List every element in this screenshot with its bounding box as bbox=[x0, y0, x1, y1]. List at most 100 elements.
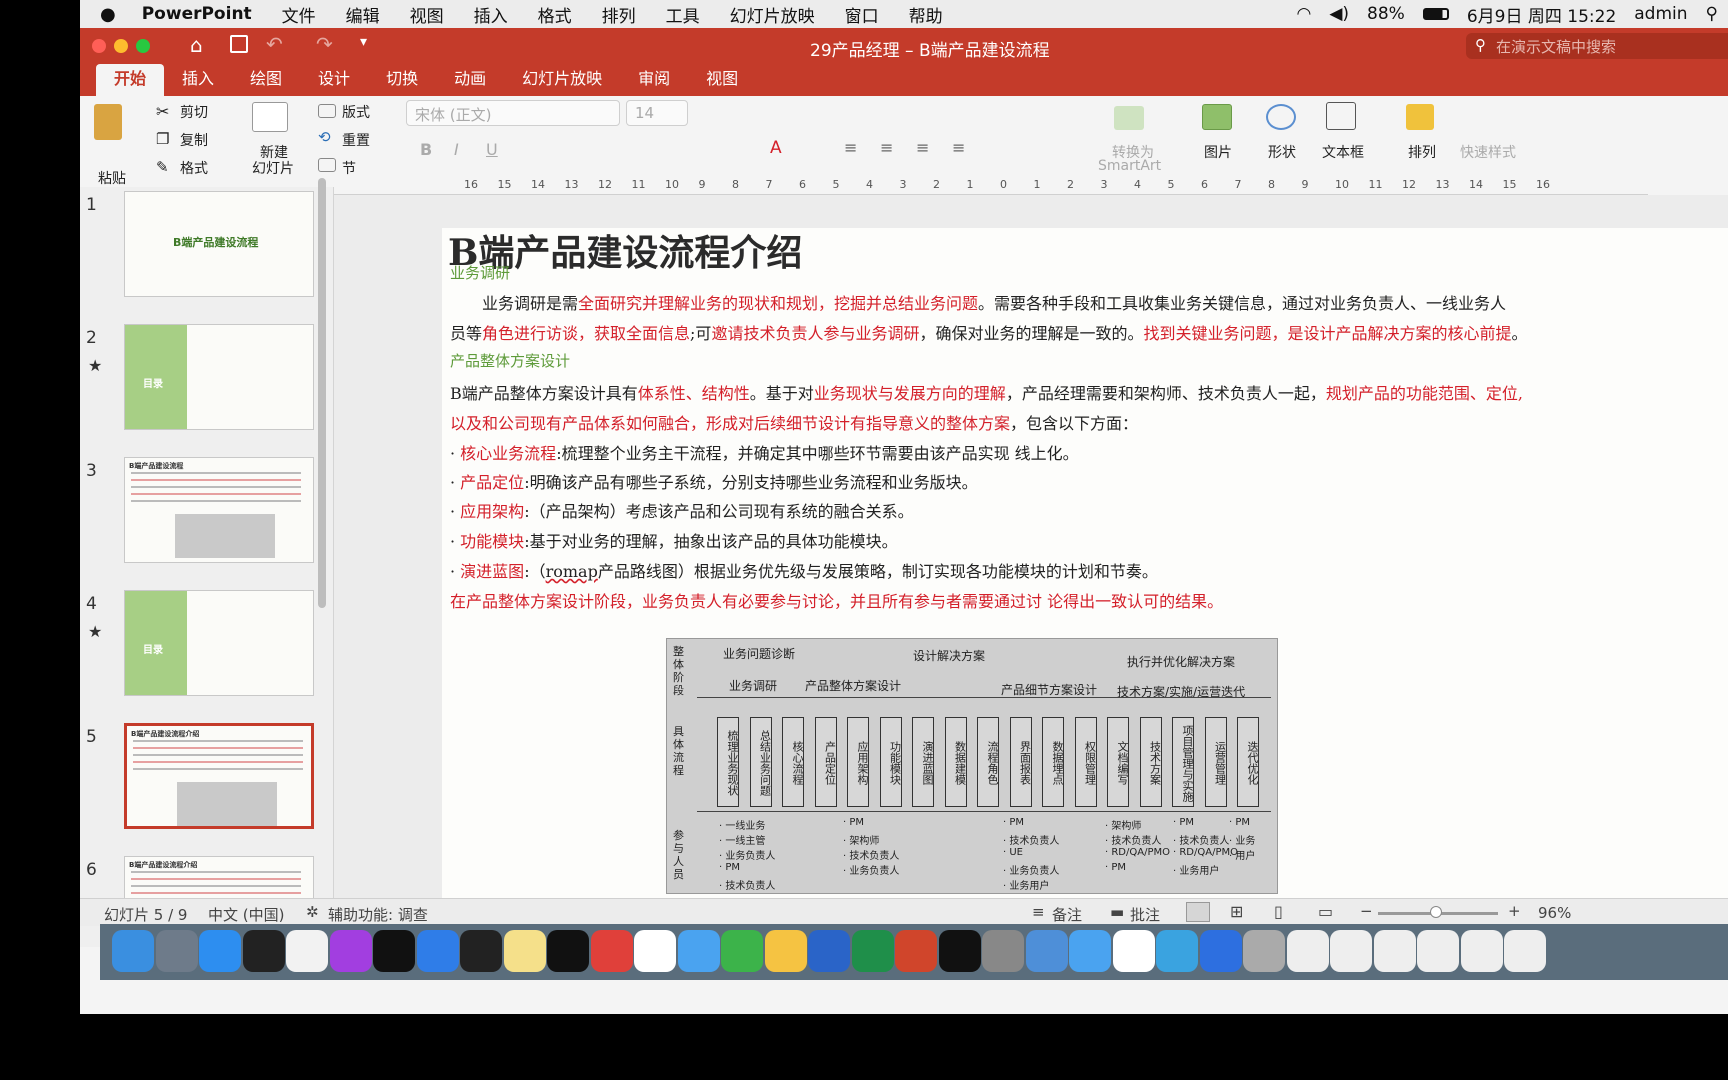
chrome-icon[interactable] bbox=[634, 930, 676, 972]
align-right-icon[interactable]: ≡ bbox=[916, 138, 929, 157]
section-icon[interactable] bbox=[318, 158, 336, 172]
language-indicator[interactable]: 中文 (中国) bbox=[208, 904, 284, 925]
font-color-icon[interactable]: A bbox=[770, 138, 782, 158]
underline-button[interactable]: U bbox=[486, 140, 498, 159]
close-icon[interactable] bbox=[92, 39, 106, 53]
section-heading-research[interactable]: 业务调研 bbox=[450, 262, 510, 283]
paragraph-conclusion[interactable]: 在产品整体方案设计阶段，业务负责人有必要参与讨论，并且所有参与者需要通过讨 论得… bbox=[450, 588, 1223, 612]
arrange-icon[interactable] bbox=[1406, 104, 1434, 130]
clock[interactable]: 6月9日 周四 15:22 bbox=[1467, 2, 1616, 27]
reset-icon[interactable]: ⟲ bbox=[318, 128, 331, 146]
menu-tools[interactable]: 工具 bbox=[666, 2, 700, 27]
mail-icon[interactable] bbox=[1069, 930, 1111, 972]
italic-button[interactable]: I bbox=[454, 140, 459, 159]
shape-icon[interactable] bbox=[1266, 104, 1296, 130]
menu-help[interactable]: 帮助 bbox=[909, 2, 943, 27]
format-painter-button[interactable]: 格式 bbox=[180, 158, 208, 178]
comments-button[interactable]: 批注 bbox=[1130, 904, 1160, 925]
notes-button[interactable]: 备注 bbox=[1052, 904, 1082, 925]
slide-thumbnail-5[interactable]: B端产品建设流程介绍 bbox=[124, 723, 314, 829]
menu-arrange[interactable]: 排列 bbox=[602, 2, 636, 27]
paste-button[interactable]: 粘贴 bbox=[98, 168, 126, 188]
podcasts-icon[interactable] bbox=[329, 930, 372, 972]
bullet-core-process[interactable]: · 核心业务流程:梳理整个业务主干流程，并确定其中哪些环节需要由该产品实现 线上… bbox=[450, 440, 1079, 464]
process-diagram-image[interactable]: 整体阶段 具体流程 参与人员 业务问题诊断 设计解决方案 执行并优化解决方案 业… bbox=[666, 638, 1278, 894]
accessibility-icon[interactable]: ✲ bbox=[306, 903, 319, 921]
picture-button[interactable]: 图片 bbox=[1204, 142, 1232, 162]
messages-icon[interactable] bbox=[1156, 930, 1198, 972]
zoom-slider-knob[interactable] bbox=[1430, 906, 1442, 918]
bullet-positioning[interactable]: · 产品定位:明确该产品有哪些子系统，分别支持哪些业务流程和业务版块。 bbox=[450, 469, 978, 493]
wechat-icon[interactable] bbox=[721, 930, 763, 972]
reset-button[interactable]: 重置 bbox=[342, 130, 370, 150]
capcut-icon[interactable] bbox=[938, 930, 981, 972]
battery-icon[interactable] bbox=[1422, 8, 1449, 20]
terminal-icon[interactable] bbox=[460, 930, 502, 972]
reading-view-icon[interactable]: ▯ bbox=[1274, 902, 1283, 921]
font-size-select[interactable]: 14 bbox=[626, 100, 688, 126]
menu-format[interactable]: 格式 bbox=[538, 2, 572, 27]
menu-insert[interactable]: 插入 bbox=[474, 2, 508, 27]
picture-icon[interactable] bbox=[1202, 104, 1232, 130]
paragraph-research-line2[interactable]: 员等角色进行访谈，获取全面信息;可邀请技术负责人参与业务调研，确保对业务的理解是… bbox=[450, 320, 1528, 344]
pdf-icon[interactable] bbox=[1112, 930, 1155, 972]
normal-view-icon[interactable] bbox=[1186, 902, 1210, 922]
document-icon[interactable] bbox=[1330, 930, 1372, 972]
feishu-icon[interactable] bbox=[677, 930, 720, 972]
slide-thumbnail-3[interactable]: B端产品建设流程 bbox=[124, 457, 314, 563]
layout-button[interactable]: 版式 bbox=[342, 102, 370, 122]
tab-review[interactable]: 审阅 bbox=[620, 64, 688, 96]
launchpad-icon[interactable] bbox=[155, 930, 198, 972]
quick-styles-button[interactable]: 快速样式 bbox=[1460, 142, 1516, 162]
finder-icon[interactable] bbox=[112, 930, 154, 972]
appstore-icon[interactable] bbox=[416, 930, 459, 972]
slide-sorter-icon[interactable]: ⊞ bbox=[1230, 902, 1243, 921]
safari-icon[interactable] bbox=[199, 930, 241, 972]
zoom-out-icon[interactable]: − bbox=[1360, 902, 1373, 920]
cut-button[interactable]: 剪切 bbox=[180, 102, 208, 122]
zoom-level[interactable]: 96% bbox=[1538, 904, 1571, 922]
minimize-icon[interactable] bbox=[114, 39, 128, 53]
copy-button[interactable]: 复制 bbox=[180, 130, 208, 150]
document-icon[interactable] bbox=[1417, 930, 1459, 972]
redo-icon[interactable]: ↷ bbox=[316, 32, 333, 56]
home-icon[interactable]: ⌂ bbox=[190, 33, 203, 57]
powerpoint-icon[interactable] bbox=[895, 930, 937, 972]
search-field[interactable]: ⚲ 在演示文稿中搜索 bbox=[1466, 33, 1728, 59]
customize-toolbar-icon[interactable]: ▾ bbox=[360, 34, 367, 50]
tab-transitions[interactable]: 切换 bbox=[368, 64, 436, 96]
volume-icon[interactable]: ◀) bbox=[1329, 4, 1349, 24]
tab-view[interactable]: 视图 bbox=[688, 64, 756, 96]
document-icon[interactable] bbox=[1504, 930, 1546, 972]
menu-window[interactable]: 窗口 bbox=[845, 2, 879, 27]
shape-button[interactable]: 形状 bbox=[1268, 142, 1296, 162]
bold-button[interactable]: B bbox=[420, 140, 432, 159]
xmind-icon[interactable] bbox=[590, 930, 633, 972]
slide-thumbnail-4[interactable]: 目录 bbox=[124, 590, 314, 696]
notes-icon[interactable]: ≡ bbox=[1032, 903, 1045, 921]
tab-animations[interactable]: 动画 bbox=[436, 64, 504, 96]
music-icon[interactable] bbox=[286, 930, 328, 972]
menu-edit[interactable]: 编辑 bbox=[346, 2, 380, 27]
copy-icon[interactable]: ❐ bbox=[156, 130, 169, 148]
layout-icon[interactable] bbox=[318, 104, 336, 118]
app-menu[interactable]: PowerPoint bbox=[142, 4, 252, 24]
siri-icon[interactable] bbox=[242, 930, 285, 972]
slide-thumbnail-1[interactable]: B端产品建设流程 bbox=[124, 191, 314, 297]
bullet-roadmap[interactable]: · 演进蓝图:（romap产品路线图）根据业务优先级与发展策略，制订实现各功能模… bbox=[450, 558, 1158, 582]
tab-slideshow[interactable]: 幻灯片放映 bbox=[504, 64, 620, 96]
photos-icon[interactable] bbox=[764, 930, 807, 972]
excel-icon[interactable] bbox=[851, 930, 894, 972]
align-center-icon[interactable]: ≡ bbox=[880, 138, 893, 157]
qq-icon[interactable] bbox=[547, 930, 589, 972]
spotlight-icon[interactable]: ⚲ bbox=[1706, 4, 1718, 24]
zoom-icon[interactable] bbox=[136, 39, 150, 53]
robot-icon[interactable] bbox=[982, 930, 1024, 972]
tab-insert[interactable]: 插入 bbox=[164, 64, 232, 96]
textbox-icon[interactable] bbox=[1326, 102, 1356, 130]
new-slide-icon[interactable] bbox=[252, 102, 288, 132]
justify-icon[interactable]: ≡ bbox=[952, 138, 965, 157]
tab-draw[interactable]: 绘图 bbox=[232, 64, 300, 96]
current-slide[interactable]: B端产品建设流程介绍 业务调研 业务调研是需全面研究并理解业务的现状和规划，挖掘… bbox=[442, 228, 1728, 898]
appletv-icon[interactable] bbox=[373, 930, 415, 972]
